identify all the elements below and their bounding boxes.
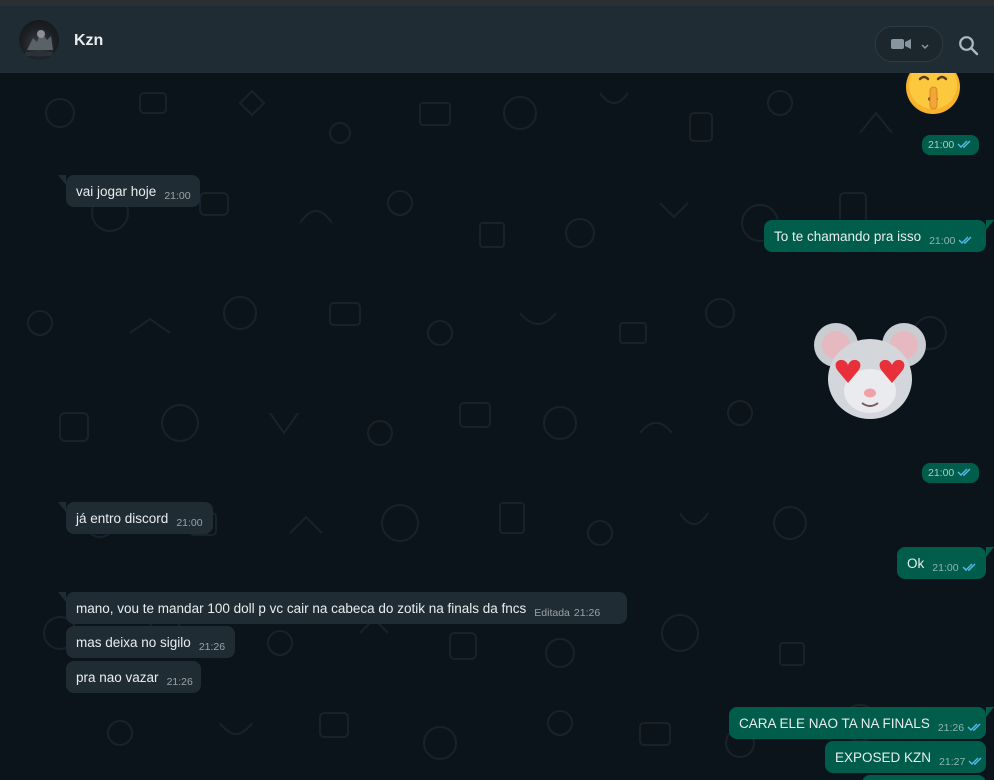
sticker-timestamp: 21:00 <box>922 135 980 155</box>
message-time: 21:26 <box>166 676 193 688</box>
bubble-tail <box>58 592 66 602</box>
message-time: 21:00 <box>176 517 203 529</box>
message-time: 21:27 <box>939 756 966 768</box>
avatar[interactable] <box>19 20 59 60</box>
message-time: 21:00 <box>164 190 191 202</box>
double-check-icon <box>957 139 973 152</box>
sticker-timestamp: 21:00 <box>922 463 980 483</box>
message-text: mas deixa no sigilo <box>76 634 191 650</box>
chevron-down-icon <box>920 39 930 57</box>
double-check-icon <box>962 562 978 575</box>
bubble-tail <box>58 502 66 512</box>
message-time: 21:26 <box>198 641 226 653</box>
contact-name[interactable]: Kzn <box>74 32 103 50</box>
double-check-icon <box>958 235 974 248</box>
message-text: To te chamando pra isso <box>774 228 922 244</box>
message-text: já entro discord <box>76 510 169 526</box>
message-text: EXPOSED KZN <box>835 749 932 765</box>
message-text: vai jogar hoje <box>76 183 157 199</box>
message-list[interactable]: 21:00 vai jogar hoje 21:00 To te chamand… <box>0 73 994 780</box>
message-time: 21:26 <box>573 607 601 619</box>
double-check-icon <box>957 467 973 480</box>
outgoing-message[interactable]: EXPOSED KZN 21:27 <box>825 741 986 773</box>
message-text: Ok <box>907 555 925 571</box>
incoming-message[interactable]: mas deixa no sigilo 21:26 <box>66 626 235 658</box>
incoming-message[interactable]: vai jogar hoje 21:00 <box>58 175 200 207</box>
message-text: CARA ELE NAO TA NA FINALS <box>739 715 930 731</box>
shushing-face-emoji[interactable] <box>904 73 962 122</box>
message-text: mano, vou te mandar 100 doll p vc cair n… <box>76 600 527 616</box>
double-check-icon <box>967 722 983 735</box>
message-time: 21:26 <box>937 722 965 734</box>
mouse-heart-eyes-sticker[interactable] <box>812 317 928 430</box>
outgoing-message[interactable]: Ok 21:00 <box>897 547 994 579</box>
bubble-tail <box>986 220 994 230</box>
edited-label: Editada <box>534 607 570 619</box>
video-call-button[interactable] <box>875 26 943 62</box>
incoming-message[interactable]: mano, vou te mandar 100 doll p vc cair n… <box>58 592 627 624</box>
outgoing-message-partial[interactable] <box>862 775 986 780</box>
message-time: 21:00 <box>928 467 955 479</box>
search-icon[interactable] <box>958 35 980 62</box>
chat-header: Kzn <box>0 6 994 73</box>
message-time: 21:00 <box>929 235 956 247</box>
video-camera-icon <box>890 37 912 56</box>
outgoing-message[interactable]: CARA ELE NAO TA NA FINALS 21:26 <box>729 707 994 739</box>
bubble-tail <box>986 707 994 717</box>
bubble-tail <box>58 175 66 185</box>
message-time: 21:00 <box>928 139 955 151</box>
message-time: 21:00 <box>932 562 959 574</box>
incoming-message[interactable]: pra nao vazar 21:26 <box>66 661 201 693</box>
outgoing-message[interactable]: To te chamando pra isso 21:00 <box>764 220 994 252</box>
double-check-icon <box>968 756 984 769</box>
message-text: pra nao vazar <box>76 669 159 685</box>
bubble-tail <box>986 547 994 557</box>
incoming-message[interactable]: já entro discord 21:00 <box>58 502 213 534</box>
